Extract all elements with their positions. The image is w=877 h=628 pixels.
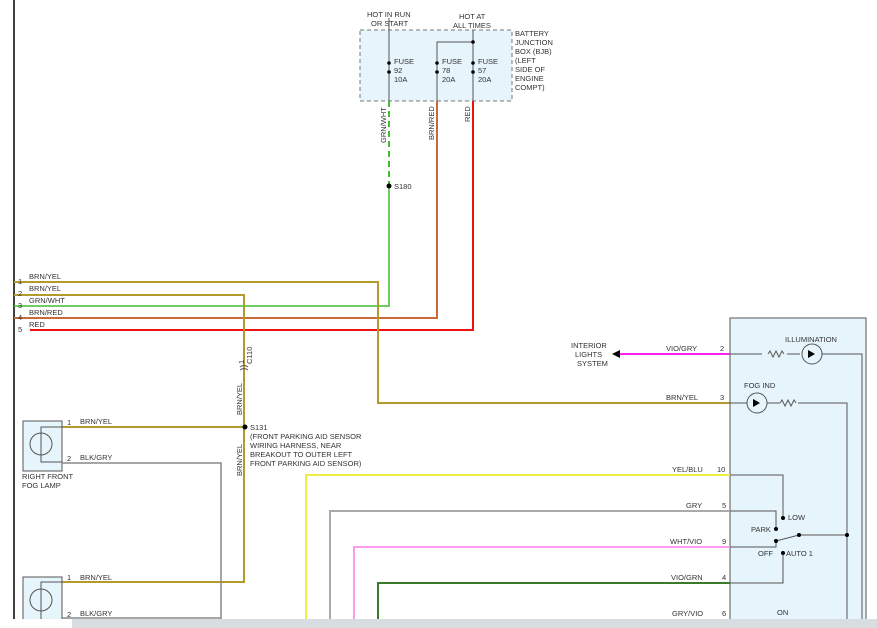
svg-text:GRN/WHT: GRN/WHT: [29, 296, 65, 305]
svg-text:4: 4: [18, 313, 22, 322]
s131-label: S131 (FRONT PARKING AID SENSORWIRING HAR…: [250, 423, 362, 468]
splice-s180: [386, 183, 392, 189]
svg-text:VIO/GRN: VIO/GRN: [671, 573, 703, 582]
svg-text:BRN/YEL: BRN/YEL: [29, 272, 61, 281]
svg-text:2: 2: [67, 454, 71, 463]
svg-text:78: 78: [442, 66, 450, 75]
park-label: PARK: [751, 525, 771, 534]
hot-run-label: OR START: [371, 19, 409, 28]
wire-brn-yel-1: [14, 281, 730, 404]
hot-run-label: HOT IN RUN: [367, 10, 411, 19]
svg-text:9: 9: [722, 537, 726, 546]
svg-text:GRY/VIO: GRY/VIO: [672, 609, 703, 618]
low-label: LOW: [788, 513, 806, 522]
svg-text:1: 1: [67, 573, 71, 582]
svg-text:5: 5: [722, 501, 726, 510]
wiring-diagram: HOT IN RUN OR START HOT AT ALL TIMES BAT…: [13, 0, 867, 628]
s180-label: S180: [394, 182, 412, 191]
svg-text:1: 1: [67, 418, 71, 427]
svg-text:FOG LAMP: FOG LAMP: [22, 481, 61, 490]
hot-all-label: ALL TIMES: [453, 21, 491, 30]
wire-brn-red: [14, 101, 438, 319]
svg-text:S131: S131: [250, 423, 268, 432]
svg-text:2: 2: [18, 289, 22, 298]
wire-blk-gry: [62, 462, 222, 620]
svg-text:10: 10: [717, 465, 725, 474]
svg-text:LIGHTS: LIGHTS: [575, 350, 602, 359]
svg-text:92: 92: [394, 66, 402, 75]
interior-lights-label: INTERIORLIGHTSSYSTEM: [571, 341, 608, 368]
connector-c110: 1 C110: [237, 347, 254, 371]
svg-text:COMPT): COMPT): [515, 83, 545, 92]
toolbar-tab[interactable]: [0, 619, 72, 628]
switch-pins: VIO/GRY 2 BRN/YEL 3 YEL/BLU 10 GRY 5 WHT/VIO…: [666, 344, 726, 618]
brn-yel-label: BRN/YEL: [235, 444, 244, 476]
svg-text:BLK/GRY: BLK/GRY: [80, 453, 112, 462]
svg-text:BOX (BJB): BOX (BJB): [515, 47, 552, 56]
svg-text:WIRING HARNESS, NEAR: WIRING HARNESS, NEAR: [250, 441, 342, 450]
svg-text:WHT/VIO: WHT/VIO: [670, 537, 702, 546]
svg-text:YEL/BLU: YEL/BLU: [672, 465, 703, 474]
svg-text:BRN/YEL: BRN/YEL: [666, 393, 698, 402]
svg-text:(FRONT PARKING AID SENSOR: (FRONT PARKING AID SENSOR: [250, 432, 362, 441]
svg-text:C110: C110: [245, 347, 254, 364]
hot-all-label: HOT AT: [459, 12, 486, 21]
svg-text:3: 3: [720, 393, 724, 402]
svg-text:INTERIOR: INTERIOR: [571, 341, 607, 350]
off-label: OFF: [758, 549, 773, 558]
svg-text:RIGHT FRONT: RIGHT FRONT: [22, 472, 74, 481]
svg-text:VIO/GRY: VIO/GRY: [666, 344, 697, 353]
svg-text:FUSE: FUSE: [478, 57, 498, 66]
svg-text:2: 2: [720, 344, 724, 353]
svg-text:(LEFT: (LEFT: [515, 56, 536, 65]
svg-text:20A: 20A: [442, 75, 455, 84]
arrow-icon: [612, 350, 620, 358]
brn-yel-label: BRN/YEL: [235, 383, 244, 415]
headlamp-switch-module: [729, 317, 867, 628]
illumination-label: ILLUMINATION: [785, 335, 837, 344]
svg-text:3: 3: [18, 301, 22, 310]
svg-text:1: 1: [18, 277, 22, 286]
svg-text:BRN/YEL: BRN/YEL: [80, 573, 112, 582]
svg-text:BREAKOUT TO OUTER LEFT: BREAKOUT TO OUTER LEFT: [250, 450, 353, 459]
svg-text:10A: 10A: [394, 75, 407, 84]
brn-red-label: BRN/RED: [427, 106, 436, 140]
svg-text:BRN/YEL: BRN/YEL: [80, 417, 112, 426]
svg-text:BLK/GRY: BLK/GRY: [80, 609, 112, 618]
on-label: ON: [777, 608, 788, 617]
svg-text:5: 5: [18, 325, 22, 334]
svg-text:FUSE: FUSE: [442, 57, 462, 66]
red-label: RED: [463, 106, 472, 122]
svg-text:GRY: GRY: [686, 501, 702, 510]
wire-yel-blu: [305, 474, 730, 628]
svg-text:RED: RED: [29, 320, 45, 329]
svg-text:SYSTEM: SYSTEM: [577, 359, 608, 368]
auto-label: AUTO 1: [786, 549, 813, 558]
splice-s131: [242, 424, 248, 430]
svg-text:57: 57: [478, 66, 486, 75]
svg-text:SIDE OF: SIDE OF: [515, 65, 545, 74]
svg-text:4: 4: [722, 573, 726, 582]
svg-text:JUNCTION: JUNCTION: [515, 38, 553, 47]
bjb-label: BATTERYJUNCTION BOX (BJB)(LEFT SIDE OFEN…: [515, 29, 553, 92]
fog-ind-label: FOG IND: [744, 381, 776, 390]
wire-grn-wht: [14, 186, 390, 307]
grn-wht-label: GRN/WHT: [379, 107, 388, 143]
svg-text:ENGINE: ENGINE: [515, 74, 544, 83]
wire-gry: [329, 510, 730, 628]
svg-text:6: 6: [722, 609, 726, 618]
svg-text:BRN/RED: BRN/RED: [29, 308, 63, 317]
svg-text:BRN/YEL: BRN/YEL: [29, 284, 61, 293]
svg-text:FRONT PARKING AID SENSOR): FRONT PARKING AID SENSOR): [250, 459, 362, 468]
svg-text:20A: 20A: [478, 75, 491, 84]
svg-text:FUSE: FUSE: [394, 57, 414, 66]
svg-text:BATTERY: BATTERY: [515, 29, 549, 38]
bottom-toolbar: [0, 619, 877, 628]
